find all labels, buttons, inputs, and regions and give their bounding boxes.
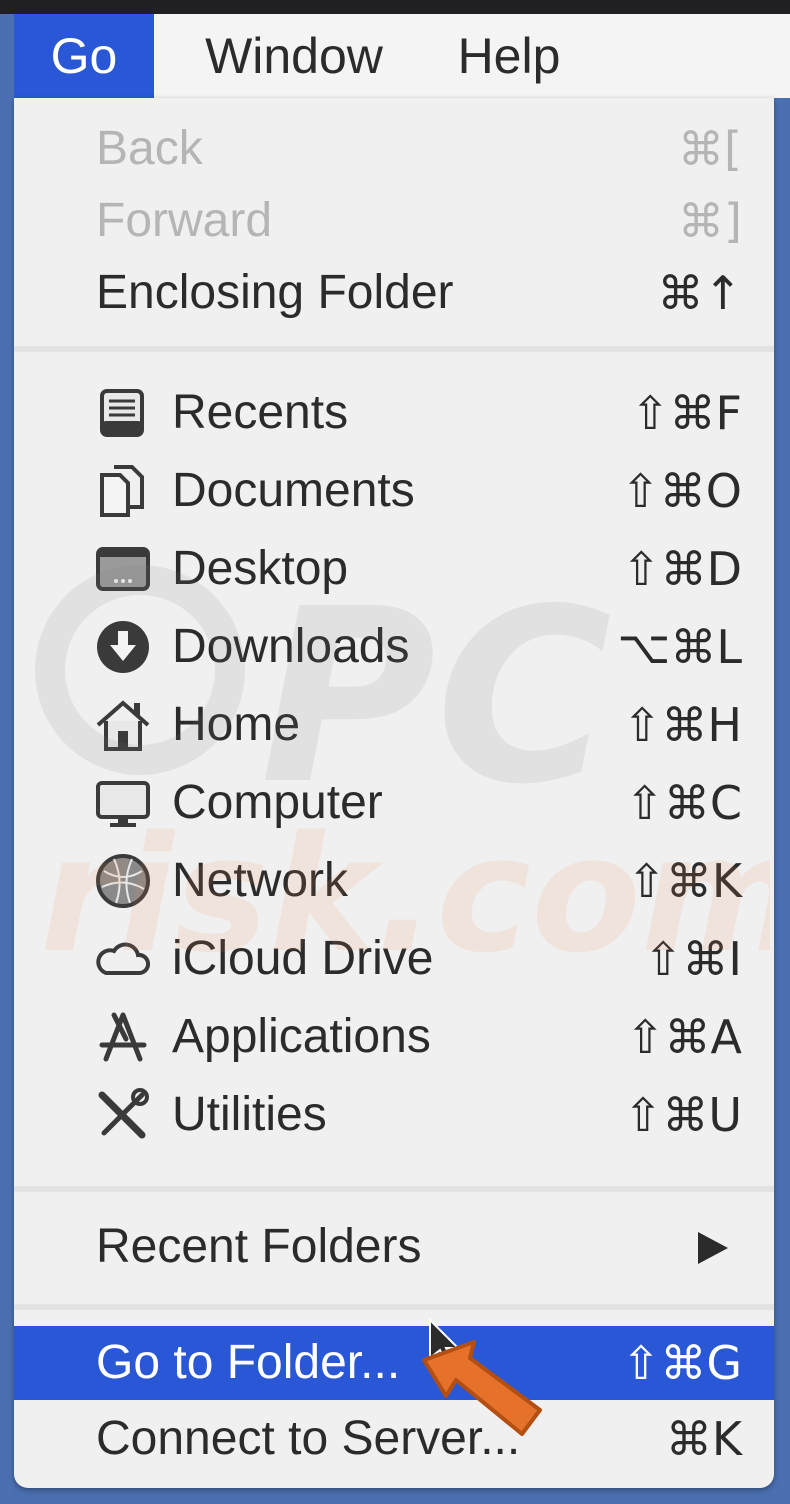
menu-item-home[interactable]: Home ⇧⌘H — [14, 686, 774, 764]
go-menu-dropdown: Back ⌘[ Forward ⌘] Enclosing Folder ⌘↑ R… — [14, 98, 774, 1488]
menu-item-shortcut: ⌘↑ — [657, 266, 742, 320]
menu-item-label: Enclosing Folder — [96, 266, 454, 319]
menu-item-label: Back — [96, 122, 203, 175]
menu-item-label: Network — [172, 854, 349, 907]
menu-separator — [14, 1304, 774, 1310]
menu-item-label: Downloads — [172, 620, 410, 673]
menu-item-shortcut: ⇧⌘K — [627, 854, 742, 908]
menubar-window[interactable]: Window — [174, 14, 414, 98]
menu-item-downloads[interactable]: Downloads ⌥⌘L — [14, 608, 774, 686]
menu-item-label: iCloud Drive — [172, 932, 434, 985]
menu-item-shortcut: ⌘K — [665, 1412, 742, 1466]
menu-item-shortcut: ⇧⌘A — [625, 1010, 742, 1064]
icloud-icon — [94, 931, 152, 987]
pointer-arrow-icon — [422, 1318, 542, 1436]
menu-item-applications[interactable]: Applications ⇧⌘A — [14, 998, 774, 1076]
menu-item-recent-folders[interactable]: Recent Folders — [14, 1208, 774, 1286]
home-icon — [94, 697, 152, 753]
menu-item-shortcut: ⇧⌘C — [625, 776, 742, 830]
menu-item-forward[interactable]: Forward ⌘] — [14, 182, 774, 260]
menu-item-recents[interactable]: Recents ⇧⌘F — [14, 374, 774, 452]
menu-item-shortcut: ⇧⌘G — [621, 1336, 742, 1390]
menu-item-label: Desktop — [172, 542, 349, 595]
menu-item-shortcut: ⇧⌘D — [622, 542, 742, 596]
downloads-icon — [94, 619, 152, 675]
menubar-help[interactable]: Help — [434, 14, 584, 98]
computer-icon — [94, 775, 152, 831]
menu-item-computer[interactable]: Computer ⇧⌘C — [14, 764, 774, 842]
documents-icon — [94, 463, 152, 519]
desktop-icon — [94, 541, 152, 597]
screen-top-edge — [0, 0, 790, 14]
menu-separator — [14, 346, 774, 352]
menu-item-label: Forward — [96, 194, 273, 247]
recents-icon — [94, 385, 152, 441]
submenu-arrow-icon — [698, 1232, 728, 1264]
menu-item-go-to-folder[interactable]: Go to Folder... ⇧⌘G — [14, 1326, 774, 1400]
menu-item-icloud-drive[interactable]: iCloud Drive ⇧⌘I — [14, 920, 774, 998]
menu-item-back[interactable]: Back ⌘[ — [14, 110, 774, 188]
network-icon — [94, 853, 152, 909]
menu-bar: Go Window Help — [14, 14, 790, 98]
menu-item-desktop[interactable]: Desktop ⇧⌘D — [14, 530, 774, 608]
applications-icon — [94, 1009, 152, 1065]
desktop-background-left — [0, 14, 14, 1504]
utilities-icon — [94, 1087, 152, 1143]
menu-item-shortcut: ⇧⌘H — [622, 698, 742, 752]
menu-item-label: Recent Folders — [96, 1220, 422, 1273]
menu-item-shortcut: ⇧⌘O — [621, 464, 742, 518]
menu-item-label: Utilities — [172, 1088, 327, 1141]
menu-item-label: Go to Folder... — [96, 1336, 401, 1389]
desktop-background-right — [774, 14, 790, 1504]
menu-item-shortcut: ⌘[ — [678, 122, 742, 176]
menu-item-shortcut: ⌘] — [678, 194, 742, 248]
menu-item-network[interactable]: Network ⇧⌘K — [14, 842, 774, 920]
menubar-go[interactable]: Go — [14, 14, 154, 98]
menu-item-label: Documents — [172, 464, 415, 517]
menu-item-shortcut: ⇧⌘F — [630, 386, 742, 440]
menu-item-shortcut: ⌥⌘L — [617, 620, 742, 674]
menu-item-label: Recents — [172, 386, 349, 439]
menu-item-enclosing-folder[interactable]: Enclosing Folder ⌘↑ — [14, 254, 774, 332]
menu-item-utilities[interactable]: Utilities ⇧⌘U — [14, 1076, 774, 1154]
menu-item-shortcut: ⇧⌘I — [643, 932, 742, 986]
menu-item-label: Applications — [172, 1010, 431, 1063]
menu-separator — [14, 1186, 774, 1192]
menu-item-label: Home — [172, 698, 301, 751]
menu-item-documents[interactable]: Documents ⇧⌘O — [14, 452, 774, 530]
menu-item-connect-to-server[interactable]: Connect to Server... ⌘K — [14, 1400, 774, 1478]
menu-item-shortcut: ⇧⌘U — [623, 1088, 742, 1142]
menu-item-label: Computer — [172, 776, 383, 829]
